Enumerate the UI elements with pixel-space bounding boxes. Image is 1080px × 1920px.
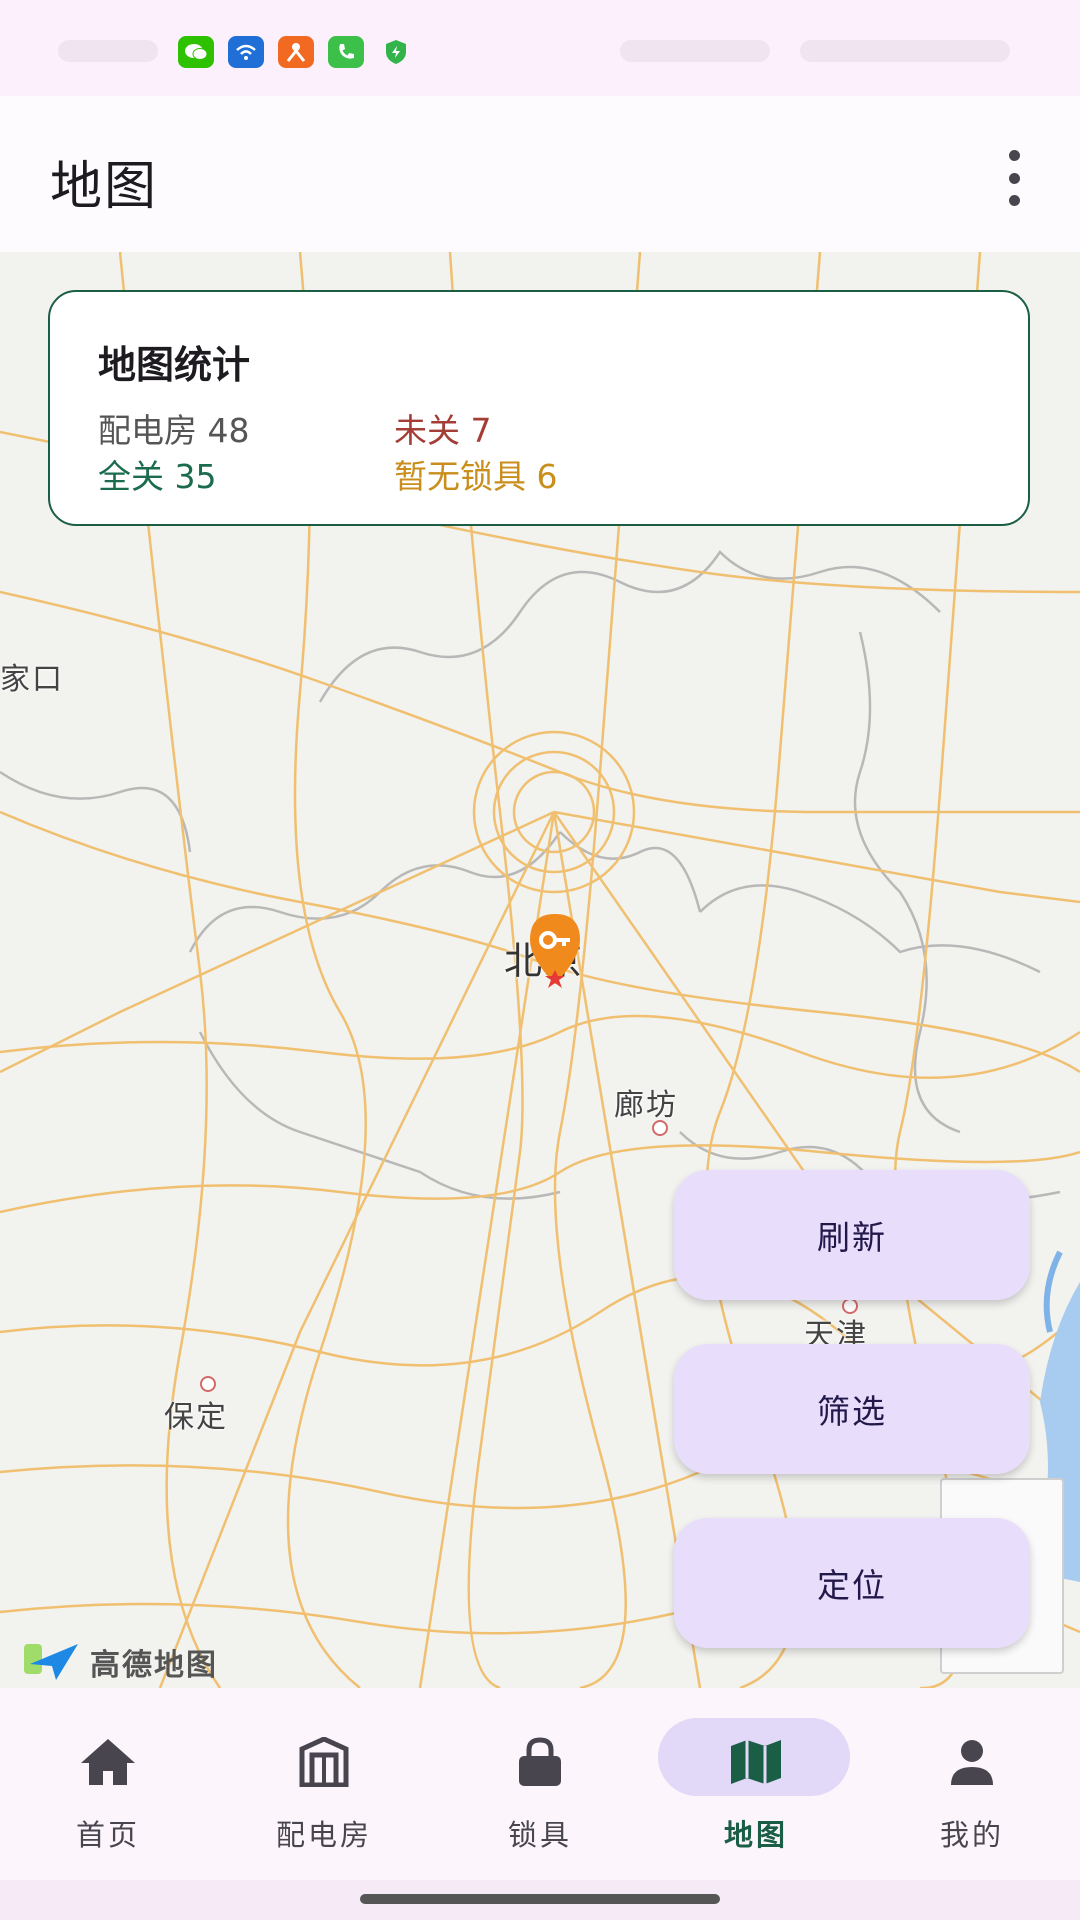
key-pin-icon[interactable] <box>526 912 584 988</box>
nav-item-rooms[interactable]: 配电房 <box>216 1688 432 1880</box>
nav-label-locks: 锁具 <box>507 1818 572 1852</box>
wechat-icon <box>178 36 214 68</box>
phone-icon <box>328 36 364 68</box>
refresh-button[interactable]: 刷新 <box>674 1170 1030 1300</box>
nav-item-home[interactable]: 首页 <box>0 1688 216 1880</box>
notification-icons <box>178 36 414 68</box>
wifi-app-icon <box>228 36 264 68</box>
stats-title: 地图统计 <box>98 343 251 387</box>
more-vert-icon[interactable] <box>994 150 1034 206</box>
map-stats-card: 地图统计 配电房 48 未关 7 全关 35 暂无锁具 6 <box>48 290 1030 526</box>
app-icon <box>278 36 314 68</box>
map-label-zhangjiakou: 家口 <box>0 662 64 697</box>
map-label-langfang: 廊坊 <box>614 1088 678 1123</box>
status-bar <box>0 0 1080 96</box>
map-label-baoding: 保定 <box>164 1400 228 1435</box>
stat-closed: 全关 35 <box>98 457 217 496</box>
person-icon <box>942 1732 1002 1792</box>
stat-open: 未关 7 <box>394 411 492 450</box>
shield-icon <box>378 36 414 68</box>
nav-item-map[interactable]: 地图 <box>648 1688 864 1880</box>
stat-total-rooms: 配电房 48 <box>98 411 250 450</box>
nav-label-rooms: 配电房 <box>275 1818 372 1852</box>
filter-button[interactable]: 筛选 <box>674 1344 1030 1474</box>
baoding-dot <box>200 1376 216 1392</box>
map-icon <box>726 1732 786 1792</box>
home-indicator[interactable] <box>360 1894 720 1904</box>
nav-label-map: 地图 <box>723 1818 788 1852</box>
home-icon <box>78 1732 138 1792</box>
amap-text: 高德地图 <box>90 1648 218 1683</box>
amap-attribution: 高德地图 <box>24 1640 218 1684</box>
bottom-navigation: 首页 配电房 锁具 地图 我的 <box>0 1688 1080 1880</box>
stat-no-lock: 暂无锁具 6 <box>394 457 558 496</box>
building-icon <box>294 1732 354 1792</box>
page-title: 地图 <box>50 157 159 217</box>
locate-button[interactable]: 定位 <box>674 1518 1030 1648</box>
app-bar: 地图 <box>0 96 1080 252</box>
nav-item-profile[interactable]: 我的 <box>864 1688 1080 1880</box>
nav-item-locks[interactable]: 锁具 <box>432 1688 648 1880</box>
nav-label-profile: 我的 <box>939 1818 1004 1852</box>
amap-logo-icon <box>24 1644 78 1680</box>
lock-icon <box>510 1732 570 1792</box>
nav-label-home: 首页 <box>75 1818 140 1852</box>
